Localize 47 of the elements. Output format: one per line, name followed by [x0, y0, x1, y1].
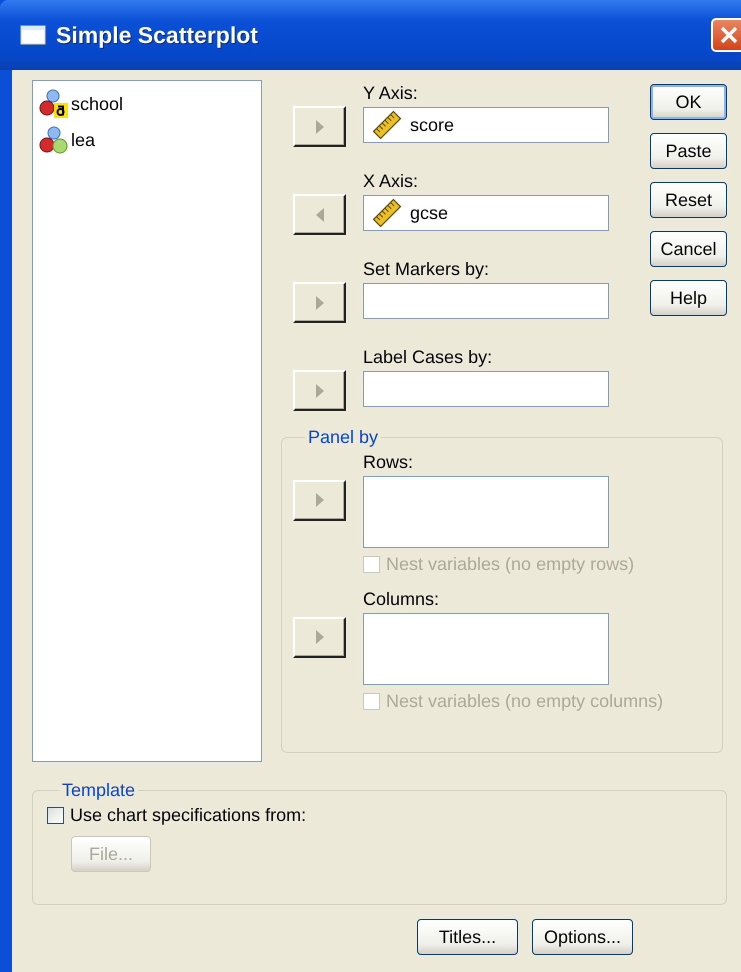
variable-field[interactable] [363, 613, 609, 685]
window-icon [20, 25, 46, 45]
field-label: X Axis: [363, 171, 420, 191]
checkbox-label: Nest variables (no empty columns) [386, 691, 664, 712]
variable-balls-icon [39, 125, 69, 155]
field-label: Rows: [363, 452, 414, 472]
close-icon [719, 25, 739, 45]
right-arrow-icon [314, 120, 326, 134]
checkbox[interactable] [47, 807, 64, 824]
move-button[interactable] [293, 370, 346, 411]
dialog-button[interactable]: Reset [650, 182, 727, 218]
variable-field[interactable] [363, 371, 609, 407]
variable-field[interactable] [363, 283, 609, 319]
field-value: score [410, 114, 454, 136]
field-value: gcse [410, 202, 448, 224]
variable-field[interactable]: gcse [363, 195, 609, 231]
variable-field[interactable] [363, 476, 609, 548]
variable-item[interactable]: school [71, 94, 124, 114]
dialog-button[interactable]: Options... [532, 919, 633, 955]
field-label: Y Axis: [363, 83, 419, 103]
move-button[interactable] [293, 480, 346, 520]
field-label: Set Markers by: [363, 259, 490, 279]
dialog-button[interactable]: Help [650, 280, 727, 316]
window-title: Simple Scatterplot [56, 22, 259, 48]
right-arrow-icon [314, 296, 326, 310]
move-button[interactable] [293, 106, 346, 147]
dialog-button[interactable]: OK [650, 84, 727, 120]
dialog-button[interactable]: Titles... [417, 919, 518, 955]
variable-field[interactable]: score [363, 107, 609, 143]
move-button[interactable] [293, 616, 346, 658]
dialog-button[interactable]: Paste [650, 133, 727, 169]
field-label: Label Cases by: [363, 347, 494, 367]
left-arrow-icon [314, 208, 326, 222]
right-arrow-icon [314, 630, 326, 644]
right-arrow-icon [314, 384, 326, 398]
move-button[interactable] [293, 194, 346, 235]
variable-balls-letter-icon [39, 89, 69, 119]
group-title: Template [61, 780, 136, 801]
checkbox-label: Use chart specifications from: [70, 805, 306, 826]
close-button[interactable] [711, 18, 741, 52]
checkbox-label: Nest variables (no empty rows) [386, 554, 634, 575]
group-title: Panel by [307, 427, 380, 448]
right-arrow-icon [314, 493, 326, 507]
dialog-button[interactable]: Cancel [650, 231, 727, 267]
field-label: Columns: [363, 589, 440, 609]
variable-item[interactable]: lea [71, 130, 96, 150]
move-button[interactable] [293, 282, 346, 323]
